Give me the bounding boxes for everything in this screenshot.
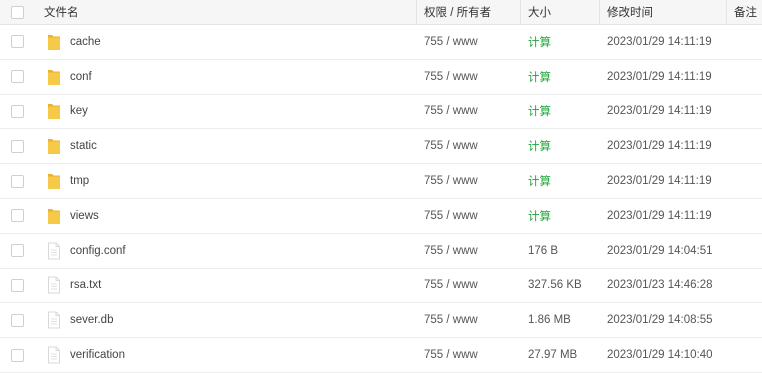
column-divider[interactable] (416, 0, 417, 24)
row-checkbox[interactable] (11, 139, 24, 153)
calc-size-link[interactable]: 计算 (528, 60, 551, 94)
table-row[interactable]: verification 755 / www 27.97 MB 2023/01/29 … (0, 338, 762, 373)
header-mtime[interactable]: 修改时间 (607, 0, 653, 24)
file-icon (46, 311, 62, 329)
folder-icon (46, 137, 62, 155)
filename-cell[interactable]: config.conf (46, 234, 126, 268)
row-checkbox[interactable] (11, 278, 24, 292)
header-filename[interactable]: 文件名 (44, 0, 79, 24)
header-note[interactable]: 备注 (734, 0, 757, 24)
modified-time: 2023/01/29 14:11:19 (607, 35, 712, 48)
table-row[interactable]: key 755 / www 计算 2023/01/29 14:11:19 (0, 95, 762, 130)
folder-icon (46, 68, 62, 86)
permission[interactable]: 755 / www (424, 269, 478, 303)
filename[interactable]: verification (70, 349, 125, 361)
modified-time: 2023/01/29 14:11:19 (607, 175, 712, 188)
calc-size-link[interactable]: 计算 (528, 199, 551, 233)
permission[interactable]: 755 / www (424, 303, 478, 337)
calc-size-link[interactable]: 计算 (528, 129, 551, 163)
file-icon (46, 276, 62, 294)
calc-size-link[interactable]: 计算 (528, 164, 551, 198)
table-row[interactable]: static 755 / www 计算 2023/01/29 14:11:19 (0, 129, 762, 165)
file-size: 327.56 KB (528, 279, 582, 292)
row-checkbox[interactable] (11, 35, 24, 49)
file-icon (46, 242, 62, 260)
permission[interactable]: 755 / www (424, 164, 478, 198)
calc-size-link[interactable]: 计算 (528, 95, 551, 129)
filename-cell[interactable]: tmp (46, 164, 89, 198)
file-size: 176 B (528, 244, 559, 257)
table-body: cache 755 / www 计算 2023/01/29 14:11:19 conf 7… (0, 25, 762, 373)
row-checkbox[interactable] (11, 244, 24, 258)
modified-time: 2023/01/29 14:11:19 (607, 209, 712, 222)
folder-icon (46, 172, 62, 190)
permission[interactable]: 755 / www (424, 25, 478, 59)
filename-cell[interactable]: sever.db (46, 303, 113, 337)
row-checkbox[interactable] (11, 174, 24, 188)
modified-time: 2023/01/29 14:08:55 (607, 314, 713, 327)
table-header: 文件名 权限 / 所有者 大小 修改时间 备注 (0, 0, 762, 25)
modified-time: 2023/01/29 14:11:19 (607, 105, 712, 118)
file-size: 1.86 MB (528, 314, 571, 327)
filename-cell[interactable]: static (46, 129, 97, 163)
filename-cell[interactable]: verification (46, 338, 125, 372)
filename-cell[interactable]: conf (46, 60, 92, 94)
filename[interactable]: sever.db (70, 314, 113, 326)
filename[interactable]: views (70, 210, 99, 222)
filename-cell[interactable]: cache (46, 25, 101, 59)
table-row[interactable]: views 755 / www 计算 2023/01/29 14:11:19 (0, 199, 762, 234)
permission[interactable]: 755 / www (424, 60, 478, 94)
select-all-checkbox[interactable] (11, 5, 24, 19)
filename[interactable]: rsa.txt (70, 279, 101, 291)
file-size: 27.97 MB (528, 349, 578, 362)
column-divider[interactable] (599, 0, 600, 24)
permission[interactable]: 755 / www (424, 234, 478, 268)
modified-time: 2023/01/29 14:10:40 (607, 349, 713, 362)
filename-cell[interactable]: key (46, 95, 88, 129)
table-row[interactable]: conf 755 / www 计算 2023/01/29 14:11:19 (0, 60, 762, 95)
folder-icon (46, 207, 62, 225)
filename[interactable]: config.conf (70, 245, 126, 257)
table-row[interactable]: sever.db 755 / www 1.86 MB 2023/01/29 14:08… (0, 303, 762, 339)
filename[interactable]: cache (70, 36, 101, 48)
row-checkbox[interactable] (11, 348, 24, 362)
table-row[interactable]: config.conf 755 / www 176 B 2023/01/29 14:0… (0, 234, 762, 269)
filename-cell[interactable]: views (46, 199, 99, 233)
modified-time: 2023/01/23 14:46:28 (607, 279, 713, 292)
column-divider[interactable] (726, 0, 727, 24)
filename[interactable]: key (70, 105, 88, 117)
permission[interactable]: 755 / www (424, 95, 478, 129)
filename-cell[interactable]: rsa.txt (46, 269, 101, 303)
row-checkbox[interactable] (11, 70, 24, 84)
calc-size-link[interactable]: 计算 (528, 25, 551, 59)
file-icon (46, 346, 62, 364)
modified-time: 2023/01/29 14:11:19 (607, 140, 712, 153)
folder-icon (46, 102, 62, 120)
filename[interactable]: tmp (70, 175, 89, 187)
table-row[interactable]: cache 755 / www 计算 2023/01/29 14:11:19 (0, 25, 762, 60)
filename[interactable]: conf (70, 71, 92, 83)
modified-time: 2023/01/29 14:04:51 (607, 244, 713, 257)
row-checkbox[interactable] (11, 104, 24, 118)
table-row[interactable]: tmp 755 / www 计算 2023/01/29 14:11:19 (0, 164, 762, 199)
file-table: 文件名 权限 / 所有者 大小 修改时间 备注 cache 755 / www 计算… (0, 0, 762, 373)
table-row[interactable]: rsa.txt 755 / www 327.56 KB 2023/01/23 14:4… (0, 269, 762, 304)
filename[interactable]: static (70, 140, 97, 152)
permission[interactable]: 755 / www (424, 199, 478, 233)
header-permission[interactable]: 权限 / 所有者 (424, 0, 491, 24)
folder-icon (46, 33, 62, 51)
row-checkbox[interactable] (11, 313, 24, 327)
column-divider[interactable] (520, 0, 521, 24)
permission[interactable]: 755 / www (424, 338, 478, 372)
row-checkbox[interactable] (11, 209, 24, 223)
header-size[interactable]: 大小 (528, 0, 551, 24)
permission[interactable]: 755 / www (424, 129, 478, 163)
modified-time: 2023/01/29 14:11:19 (607, 70, 712, 83)
